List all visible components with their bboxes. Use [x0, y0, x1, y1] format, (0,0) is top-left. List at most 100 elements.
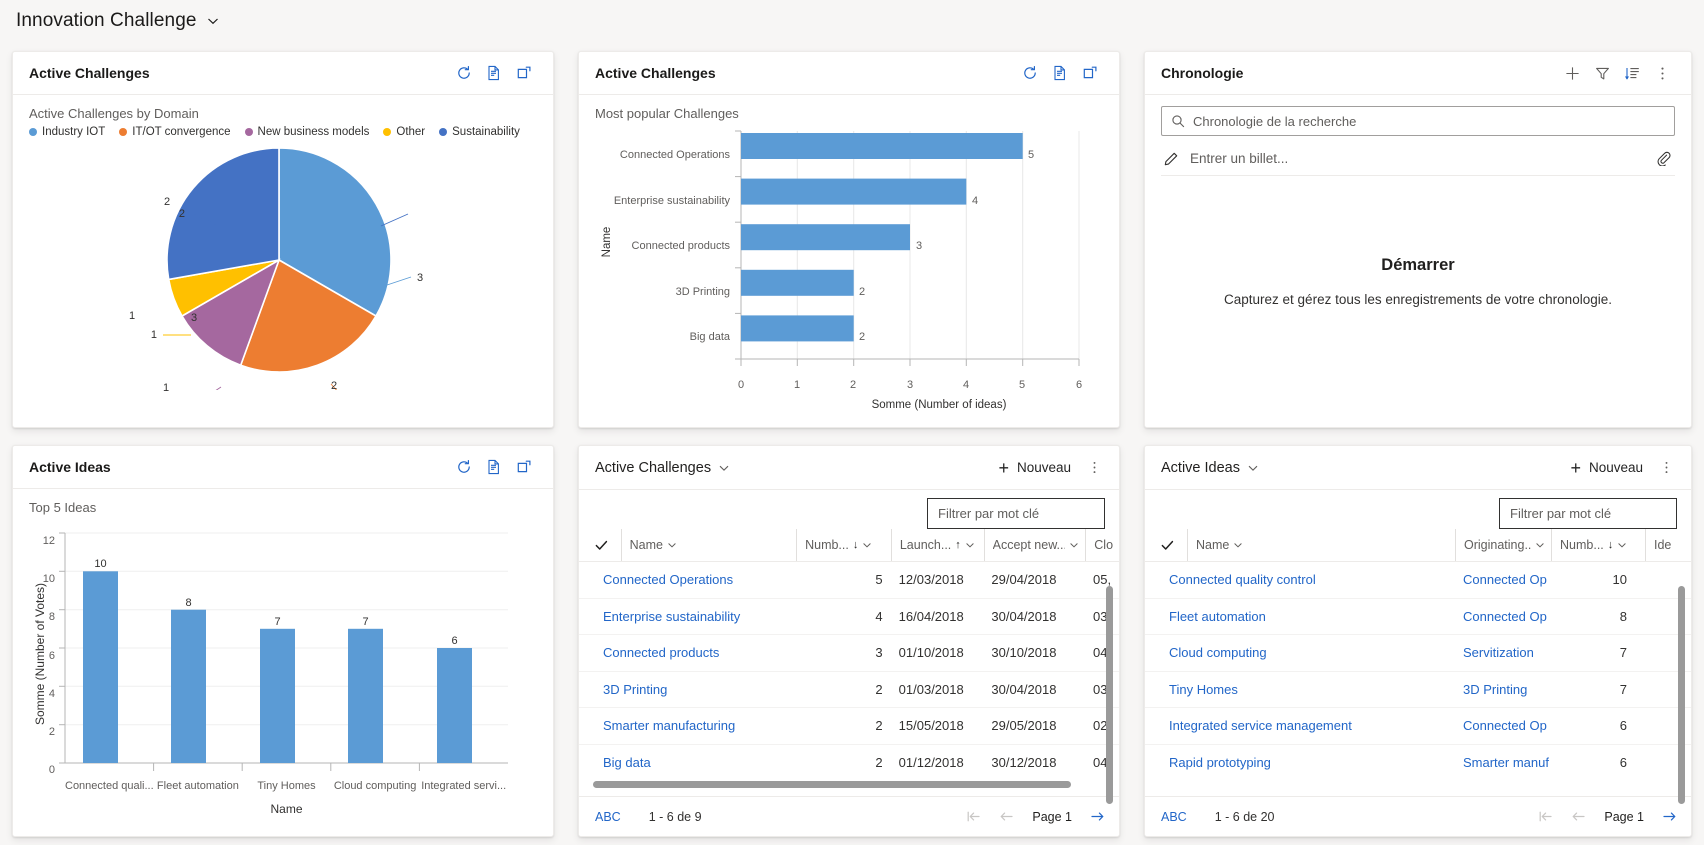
cell-name[interactable]: Connected quality control — [1161, 572, 1455, 587]
cell-accept: 29/05/2018 — [991, 718, 1057, 734]
cell-originating[interactable]: Connected Op — [1455, 572, 1551, 587]
column-header-idea[interactable]: Ide — [1645, 529, 1681, 561]
column-header-number-of-votes[interactable]: Numb... ↓ — [1551, 529, 1645, 561]
page-prev-icon[interactable] — [999, 810, 1014, 823]
column-header-launch-date[interactable]: Launch... ↑ — [890, 529, 984, 561]
cell-originating[interactable]: Servitization — [1455, 645, 1551, 660]
cell-number: 2 — [875, 718, 883, 734]
refresh-icon[interactable] — [449, 452, 479, 482]
cell-name[interactable]: Smarter manufacturing — [595, 718, 796, 733]
keyword-filter-input[interactable]: Filtrer par mot clé — [927, 498, 1105, 529]
cell-name[interactable]: 3D Printing — [595, 682, 796, 697]
refresh-icon[interactable] — [449, 58, 479, 88]
app-header: Innovation Challenge — [0, 0, 1704, 42]
vertical-scrollbar[interactable] — [1678, 586, 1685, 804]
attachment-icon[interactable] — [1656, 151, 1671, 167]
page-prev-icon[interactable] — [1571, 810, 1586, 823]
horizontal-scrollbar[interactable] — [593, 781, 1071, 788]
popout-icon[interactable] — [509, 58, 539, 88]
timeline-note-input[interactable]: Entrer un billet... — [1161, 142, 1675, 176]
page-first-icon[interactable] — [1538, 810, 1553, 823]
select-all-checkbox[interactable] — [595, 529, 621, 561]
cell-name[interactable]: Connected products — [595, 645, 796, 660]
column-label: Accept new... — [992, 538, 1066, 552]
grid-view-selector[interactable]: Active Ideas — [1161, 460, 1240, 476]
table-row[interactable]: Big data 2 01/12/2018 30/12/2018 04, — [579, 745, 1119, 782]
grid-rows: Connected quality control Connected Op 1… — [1145, 562, 1691, 796]
chevron-down-icon[interactable] — [718, 462, 730, 474]
pie-chart-svg: 2 3 1 1 2 — [151, 147, 423, 390]
alpha-index-button[interactable]: ABC — [1161, 810, 1187, 824]
cell-name[interactable]: Tiny Homes — [1161, 682, 1455, 697]
page-next-icon[interactable] — [1090, 810, 1105, 823]
more-vertical-icon[interactable] — [1081, 454, 1107, 482]
column-header-name[interactable]: Name — [620, 529, 797, 561]
pie-chart[interactable]: 2 3 1 1 2 — [13, 142, 553, 394]
report-icon[interactable] — [479, 58, 509, 88]
sort-asc-icon: ↑ — [955, 539, 961, 551]
cell-originating[interactable]: 3D Printing — [1455, 682, 1551, 697]
app-title-button[interactable]: Innovation Challenge — [16, 10, 220, 32]
cell-name[interactable]: Enterprise sustainability — [595, 609, 796, 624]
cell-launch: 15/05/2018 — [898, 718, 964, 734]
cell-name[interactable]: Fleet automation — [1161, 609, 1455, 624]
popout-icon[interactable] — [1075, 58, 1105, 88]
keyword-filter-input[interactable]: Filtrer par mot clé — [1499, 498, 1677, 529]
column-header-accept-new[interactable]: Accept new... — [983, 529, 1086, 561]
cell-originating[interactable]: Connected Op — [1455, 609, 1551, 624]
table-row[interactable]: Connected quality control Connected Op 1… — [1145, 562, 1691, 599]
timeline-search-input[interactable]: Chronologie de la recherche — [1161, 106, 1675, 136]
legend-swatch — [439, 128, 448, 136]
table-row[interactable]: Tiny Homes 3D Printing 7 — [1145, 672, 1691, 708]
vbar-chart-svg[interactable] — [13, 515, 553, 835]
timeline-search-placeholder: Chronologie de la recherche — [1193, 113, 1357, 129]
hbar-chart-svg[interactable] — [579, 121, 1119, 421]
plus-icon[interactable] — [1557, 58, 1587, 88]
table-row[interactable]: Cloud computing Servitization 7 — [1145, 635, 1691, 672]
cell-originating[interactable]: Connected Op — [1455, 718, 1551, 733]
chevron-down-icon — [667, 540, 677, 550]
new-record-button[interactable]: + Nouveau — [1562, 455, 1651, 481]
grid-rows: Connected Operations 5 12/03/2018 29/04/… — [579, 562, 1119, 796]
table-row[interactable]: Integrated service management Connected … — [1145, 708, 1691, 745]
page-next-icon[interactable] — [1662, 810, 1677, 823]
report-icon[interactable] — [1045, 58, 1075, 88]
report-icon[interactable] — [479, 452, 509, 482]
chevron-down-icon — [206, 14, 220, 28]
table-row[interactable]: Fleet automation Connected Op 8 — [1145, 599, 1691, 635]
plus-icon: + — [998, 457, 1009, 478]
table-row[interactable]: Rapid prototyping Smarter manuf 6 — [1145, 745, 1691, 782]
page-first-icon[interactable] — [966, 810, 981, 823]
column-header-originating-challenge[interactable]: Originating... — [1455, 529, 1551, 561]
cell-name[interactable]: Connected Operations — [595, 572, 796, 587]
new-record-button[interactable]: + Nouveau — [990, 455, 1079, 481]
sort-icon[interactable] — [1617, 58, 1647, 88]
grid-footer: ABC 1 - 6 de 20 Page 1 — [1145, 796, 1691, 836]
table-row[interactable]: 3D Printing 2 01/03/2018 30/04/2018 03, — [579, 672, 1119, 708]
chevron-down-icon[interactable] — [1247, 462, 1259, 474]
cell-name[interactable]: Rapid prototyping — [1161, 755, 1455, 770]
cell-name[interactable]: Big data — [595, 755, 796, 770]
popout-icon[interactable] — [509, 452, 539, 482]
filter-icon[interactable] — [1587, 58, 1617, 88]
more-vertical-icon[interactable] — [1653, 454, 1679, 482]
table-row[interactable]: Smarter manufacturing 2 15/05/2018 29/05… — [579, 708, 1119, 745]
card-header: Chronologie — [1145, 52, 1691, 95]
grid-header: Active Challenges + Nouveau — [579, 446, 1119, 490]
alpha-index-button[interactable]: ABC — [595, 810, 621, 824]
vertical-scrollbar[interactable] — [1106, 586, 1113, 804]
select-all-checkbox[interactable] — [1161, 529, 1187, 561]
table-row[interactable]: Enterprise sustainability 4 16/04/2018 3… — [579, 599, 1119, 635]
table-row[interactable]: Connected Operations 5 12/03/2018 29/04/… — [579, 562, 1119, 599]
refresh-icon[interactable] — [1015, 58, 1045, 88]
legend-item: Sustainability — [439, 126, 520, 138]
cell-originating[interactable]: Smarter manuf — [1455, 755, 1551, 770]
cell-name[interactable]: Integrated service management — [1161, 718, 1455, 733]
cell-name[interactable]: Cloud computing — [1161, 645, 1455, 660]
grid-view-selector[interactable]: Active Challenges — [595, 460, 711, 476]
column-header-number-of-ideas[interactable]: Numb... ↓ — [796, 529, 891, 561]
column-header-close[interactable]: Clo — [1085, 529, 1119, 561]
more-vertical-icon[interactable] — [1647, 58, 1677, 88]
column-header-name[interactable]: Name — [1187, 529, 1455, 561]
table-row[interactable]: Connected products 3 01/10/2018 30/10/20… — [579, 635, 1119, 672]
